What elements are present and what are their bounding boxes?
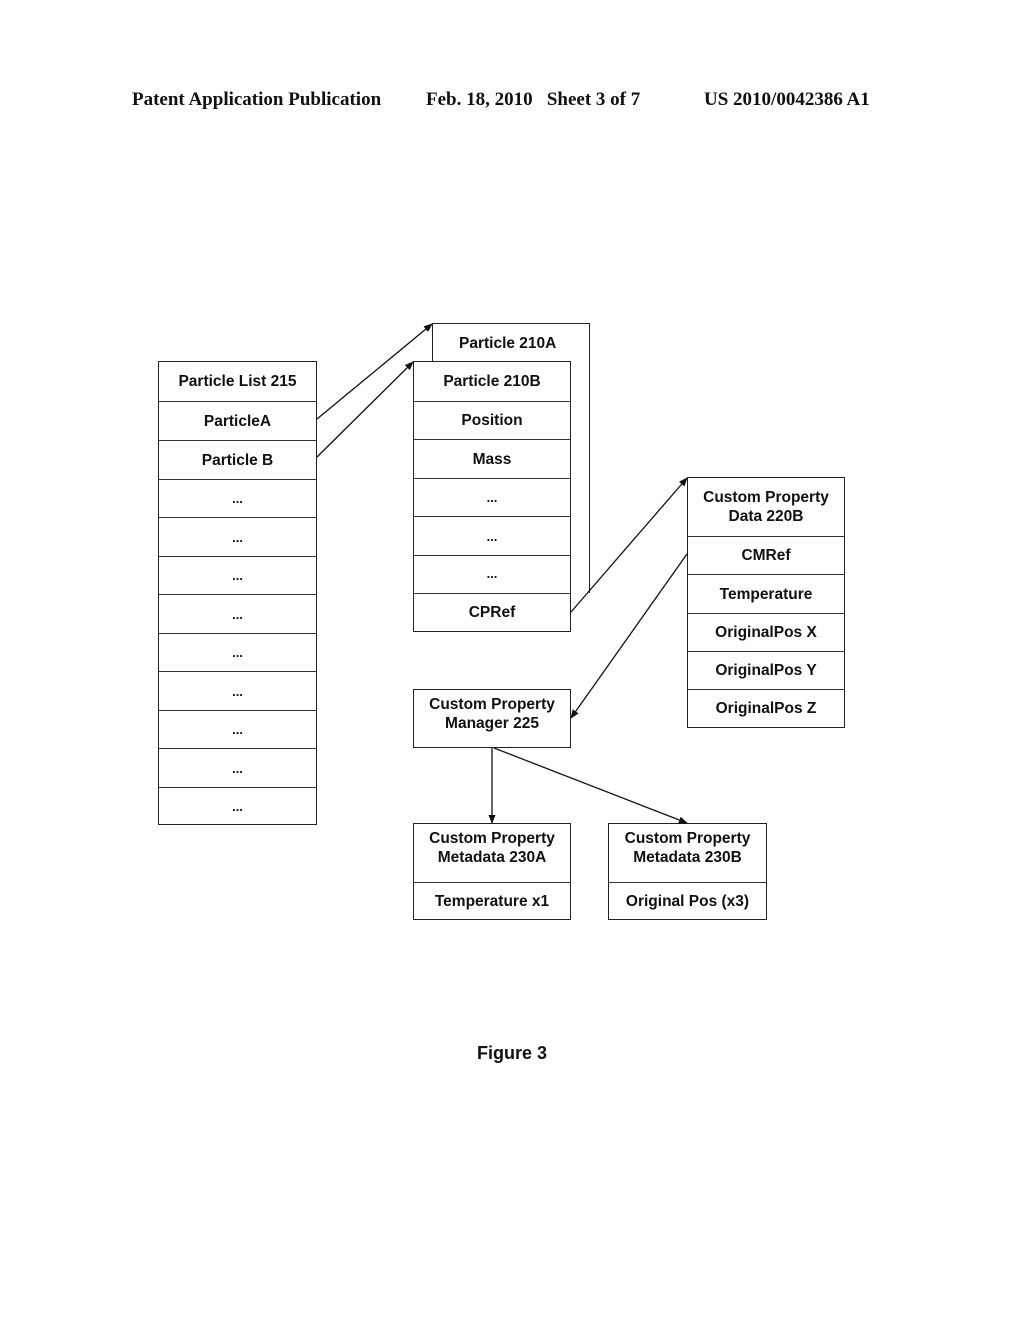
particle-210b-row: Mass xyxy=(414,439,570,478)
custom-property-data-row: CMRef xyxy=(688,536,844,574)
particle-list-row: ParticleA xyxy=(159,401,316,440)
arrow-manager-to-230b xyxy=(493,747,688,824)
custom-property-data-row: OriginalPos Z xyxy=(688,689,844,727)
custom-property-data-title: Custom Property Data 220B xyxy=(703,489,829,525)
particle-210b-box: Particle 210B Position Mass ... ... ... … xyxy=(413,361,571,632)
particle-list-row: ... xyxy=(159,633,316,671)
publication-label: Patent Application Publication xyxy=(132,89,382,110)
particle-210b-row: Position xyxy=(414,401,570,439)
figure-caption: Figure 3 xyxy=(476,1043,547,1063)
particle-list-row: ... xyxy=(159,594,316,633)
particle-list-row: ... xyxy=(159,671,316,710)
particle-list-row: Particle B xyxy=(159,440,316,479)
custom-property-data-row: OriginalPos Y xyxy=(688,651,844,689)
custom-property-data-row: OriginalPos X xyxy=(688,613,844,651)
particle-list-215: Particle List 215 ParticleA Particle B .… xyxy=(158,361,317,825)
particle-list-row: ... xyxy=(159,710,316,748)
particle-210b-row: ... xyxy=(414,478,570,516)
custom-property-metadata-230b: Custom Property Metadata 230B Original P… xyxy=(608,823,767,920)
particle-list-row: ... xyxy=(159,479,316,517)
particle-210b-row: ... xyxy=(414,555,570,593)
particle-210a-title: Particle 210A xyxy=(459,334,557,352)
custom-property-data-row: Temperature xyxy=(688,574,844,613)
particle-210b-row: CPRef xyxy=(414,593,570,631)
particle-210b-row: ... xyxy=(414,516,570,555)
metadata-230b-title: Custom Property Metadata 230B xyxy=(624,830,751,866)
custom-property-data-220b: Custom Property Data 220B CMRef Temperat… xyxy=(687,477,845,728)
date-sheet-label: Feb. 18, 2010 Sheet 3 of 7 xyxy=(426,89,641,110)
particle-list-row: ... xyxy=(159,517,316,556)
arrow-particleb-to-210b xyxy=(316,361,414,458)
metadata-230a-title: Custom Property Metadata 230A xyxy=(429,830,555,866)
particle-list-row: ... xyxy=(159,748,316,787)
particle-list-title: Particle List 215 xyxy=(178,373,297,390)
metadata-230a-row: Temperature x1 xyxy=(414,882,570,919)
metadata-230b-row: Original Pos (x3) xyxy=(609,882,766,919)
custom-property-metadata-230a: Custom Property Metadata 230A Temperatur… xyxy=(413,823,571,920)
custom-property-manager-title: Custom Property Manager 225 xyxy=(429,696,555,732)
particle-list-row: ... xyxy=(159,787,316,825)
custom-property-manager-225: Custom Property Manager 225 xyxy=(413,689,571,748)
connector-layer xyxy=(316,323,688,824)
particle-210b-title: Particle 210B xyxy=(443,373,541,390)
particle-list-row: ... xyxy=(159,556,316,594)
patent-number-label: US 2010/0042386 A1 xyxy=(704,89,870,110)
